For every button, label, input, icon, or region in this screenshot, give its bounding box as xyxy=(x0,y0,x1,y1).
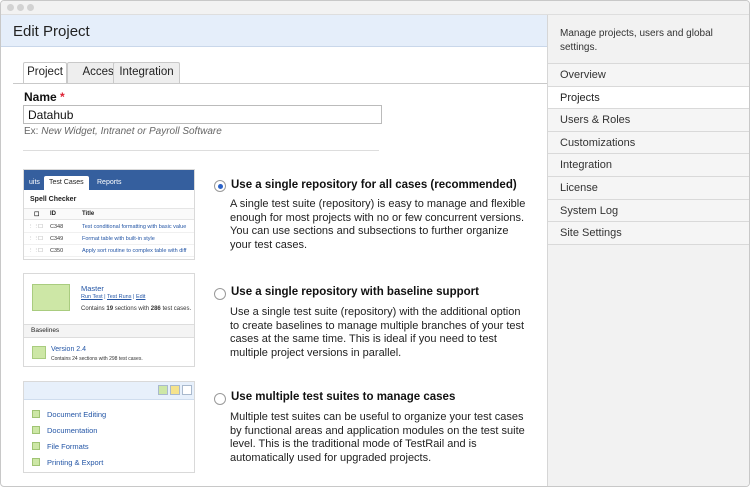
thumb-link-edit: Edit xyxy=(135,294,146,300)
tab-divider xyxy=(13,83,547,84)
page-header: Edit Project xyxy=(1,15,547,47)
project-name-input[interactable] xyxy=(23,105,382,124)
thumb-table-header: ☐ ID Title xyxy=(24,208,194,220)
hint-examples: New Widget, Intranet or Payroll Software xyxy=(41,126,222,137)
master-suite-icon xyxy=(32,284,70,311)
thumb-suite-title: Spell Checker xyxy=(30,196,77,203)
suite-item: Printing & Export xyxy=(32,458,103,467)
name-label-text: Name xyxy=(24,90,57,104)
window-minimize-dot[interactable] xyxy=(17,4,24,11)
checkbox-icon: ☐ xyxy=(38,248,43,254)
browser-window: Edit Project Project Access Integration … xyxy=(0,0,750,487)
thumb-tab-reports: Reports xyxy=(97,179,122,186)
contains-sections: 19 xyxy=(106,306,114,312)
thumb-tabbar: uits Test Cases Reports xyxy=(24,170,194,190)
tab-integration[interactable]: Integration xyxy=(113,62,180,83)
suite-icon xyxy=(32,442,40,450)
thumb-link-run-test: Run Test xyxy=(81,294,103,300)
contains-suffix: test cases. xyxy=(162,306,192,312)
checkbox-icon: ☐ xyxy=(38,224,43,230)
thumb-link-test-runs: Test Runs xyxy=(107,294,132,300)
thumb-toolbar xyxy=(24,382,194,400)
view-list-icon xyxy=(182,385,192,395)
thumb-master-contains: Contains 19 sections with 286 test cases… xyxy=(81,306,191,312)
tab-project[interactable]: Project xyxy=(23,62,67,84)
baselines-heading: Baselines xyxy=(31,327,60,334)
option-title-baseline-support[interactable]: Use a single repository with baseline su… xyxy=(231,286,479,298)
suite-item-label: File Formats xyxy=(47,442,89,451)
suite-item: Document Editing xyxy=(32,410,106,419)
section-divider xyxy=(23,150,379,151)
thumb-row-id: C348 xyxy=(50,224,64,230)
page-title: Edit Project xyxy=(13,23,90,40)
sidebar-item-users-roles[interactable]: Users & Roles xyxy=(548,109,749,132)
option-title-single-repository[interactable]: Use a single repository for all cases (r… xyxy=(231,179,517,191)
sidebar-item-system-log[interactable]: System Log xyxy=(548,199,749,223)
contains-prefix: Contains xyxy=(81,306,105,312)
thumb-col-id: ID xyxy=(50,211,56,217)
thumb-tab-test-cases: Test Cases xyxy=(44,176,89,190)
radio-single-repository[interactable] xyxy=(214,180,226,192)
thumb-row-id: C350 xyxy=(50,248,64,254)
suite-icon xyxy=(32,426,40,434)
checkbox-icon: ☐ xyxy=(38,236,43,242)
contains-cases: 286 xyxy=(150,306,161,312)
suite-item: File Formats xyxy=(32,442,89,451)
suite-icon xyxy=(32,458,40,466)
sidebar-item-projects[interactable]: Projects xyxy=(548,86,749,110)
window-zoom-dot[interactable] xyxy=(27,4,34,11)
thumb-tab-suites: uits xyxy=(29,179,40,186)
window-titlebar xyxy=(1,1,749,15)
thumb-row: ⋮⋮ ☐ C348 Test conditional formatting wi… xyxy=(24,222,194,233)
thumb-row-title: Apply sort routine to complex table with… xyxy=(82,248,187,254)
hint-prefix: Ex: xyxy=(24,126,39,137)
thumb-row: ⋮⋮ ☐ C349 Format table with built-in sty… xyxy=(24,234,194,245)
suite-item-label: Document Editing xyxy=(47,410,107,419)
window-close-dot[interactable] xyxy=(7,4,14,11)
thumb-row-id: C349 xyxy=(50,236,64,242)
thumb-col-title: Title xyxy=(82,211,95,217)
required-mark: * xyxy=(60,90,65,104)
view-compact-icon xyxy=(158,385,168,395)
thumb-master-title: Master xyxy=(81,284,104,293)
thumb-master-links: Run Test | Test Runs | Edit xyxy=(81,294,146,300)
option-title-multiple-suites[interactable]: Use multiple test suites to manage cases xyxy=(231,391,455,403)
view-detail-icon xyxy=(170,385,180,395)
sidebar-item-site-settings[interactable]: Site Settings xyxy=(548,222,749,245)
radio-baseline-support[interactable] xyxy=(214,288,226,300)
option-desc-multiple-suites: Multiple test suites can be useful to or… xyxy=(230,411,525,464)
thumb-checkbox-icon: ☐ xyxy=(34,212,40,218)
sidebar-item-license[interactable]: License xyxy=(548,176,749,200)
suite-item: Documentation xyxy=(32,426,97,435)
option-desc-baseline-support: Use a single test suite (repository) wit… xyxy=(230,306,525,359)
sidebar-item-integration[interactable]: Integration xyxy=(548,154,749,177)
radio-multiple-suites[interactable] xyxy=(214,393,226,405)
contains-mid: sections with xyxy=(114,306,150,312)
thumbnail-single-repository: uits Test Cases Reports Spell Checker ☐ … xyxy=(23,169,195,260)
baseline-version-name: Version 2.4 xyxy=(51,346,87,353)
sidebar-nav: Overview Projects Users & Roles Customiz… xyxy=(548,63,749,245)
admin-sidebar: Manage projects, users and global settin… xyxy=(547,15,749,486)
sidebar-item-customizations[interactable]: Customizations xyxy=(548,131,749,155)
sidebar-item-overview[interactable]: Overview xyxy=(548,64,749,87)
thumb-row-title: Test conditional formatting with basic v… xyxy=(82,224,187,230)
baseline-version-contains: Contains 24 sections with 298 test cases… xyxy=(51,356,143,362)
thumbnail-baseline-support: Master Run Test | Test Runs | Edit Conta… xyxy=(23,273,195,367)
suite-item-label: Documentation xyxy=(47,426,98,435)
thumb-row: ⋮⋮ ☐ C350 Apply sort routine to complex … xyxy=(24,246,194,257)
thumbnail-multiple-suites: Document Editing Documentation File Form… xyxy=(23,381,195,473)
suite-item-label: Printing & Export xyxy=(47,458,104,467)
thumb-row-title: Format table with built-in style xyxy=(82,236,155,242)
name-label: Name * xyxy=(24,90,65,104)
name-hint: Ex: New Widget, Intranet or Payroll Soft… xyxy=(24,126,222,137)
baseline-suite-icon xyxy=(32,346,46,359)
suite-icon xyxy=(32,410,40,418)
sidebar-intro: Manage projects, users and global settin… xyxy=(560,28,713,53)
option-desc-single-repository: A single test suite (repository) is easy… xyxy=(230,198,526,251)
